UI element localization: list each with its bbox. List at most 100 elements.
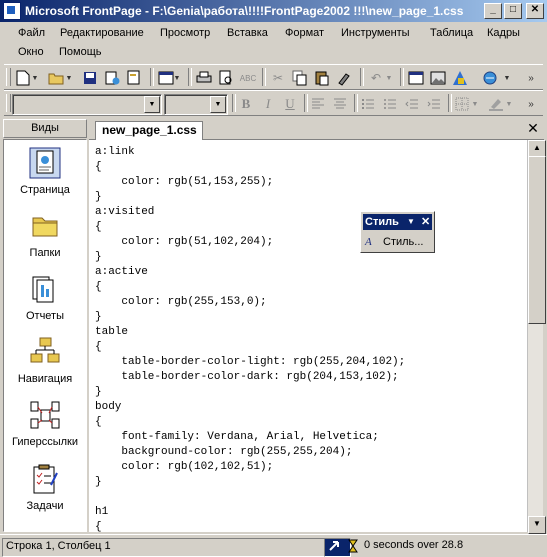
chevron-down-icon[interactable]: ▼ [407,214,415,230]
frontpage-app-icon[interactable] [3,2,21,20]
code-line[interactable]: a:active [95,265,148,280]
code-line[interactable]: } [95,310,102,325]
code-line[interactable]: color: rgb(102,102,51); [95,460,273,475]
copy-icon[interactable] [290,68,310,88]
numbered-list-icon[interactable] [358,94,378,114]
new-dropdown-icon[interactable]: ▼ [30,68,40,88]
drawing-icon[interactable] [450,68,470,88]
highlight-dropdown-icon[interactable]: ▼ [504,94,514,114]
code-line[interactable]: a:visited [95,205,154,220]
code-line[interactable]: table-border-color-light: rgb(255,204,10… [95,355,405,370]
code-line[interactable]: font-family: Verdana, Arial, Helvetica; [95,430,378,445]
picture-icon[interactable] [428,68,448,88]
increase-indent-icon[interactable] [424,94,444,114]
view-hyperlinks[interactable]: Гиперссылки [4,396,86,458]
close-icon[interactable]: ✕ [421,214,430,230]
code-line[interactable]: { [95,220,102,235]
bold-button[interactable]: B [236,94,256,114]
code-line[interactable]: { [95,415,102,430]
menu-insert[interactable]: Вставка [225,25,270,41]
tab-new-page-css[interactable]: new_page_1.css [95,121,203,140]
open-icon[interactable] [46,68,66,88]
formatting-toolbar: ▼ ▼ B I U ▼ ▼ » [4,90,543,116]
table-icon[interactable] [406,68,426,88]
paste-icon[interactable] [312,68,332,88]
decrease-indent-icon[interactable] [402,94,422,114]
hyperlink-icon[interactable] [480,68,500,88]
print-icon[interactable] [194,68,214,88]
align-center-icon[interactable] [330,94,350,114]
underline-button[interactable]: U [280,94,300,114]
toolbar-grip[interactable] [6,68,11,86]
menu-edit[interactable]: Редактирование [58,25,146,41]
font-select[interactable]: ▼ [164,94,228,115]
menu-help[interactable]: Помощь [57,44,104,60]
style-select[interactable]: ▼ [12,94,162,115]
code-line[interactable]: { [95,520,102,532]
format-painter-icon[interactable] [334,68,354,88]
standard-toolbar: ▼ ▼ ▼ ABC ✂ ↶ ▼ ▼ » [4,64,543,90]
hyperlink-dropdown-icon[interactable]: ▼ [502,68,512,88]
minimize-button[interactable]: _ [484,3,502,19]
code-line[interactable]: color: rgb(51,153,255); [95,175,273,190]
spelling-icon[interactable]: ABC [238,68,258,88]
toolbar-grip[interactable] [6,94,11,112]
toolbar-overflow-icon[interactable]: » [524,68,538,88]
view-tasks[interactable]: Задачи [4,460,86,522]
code-line[interactable]: background-color: rgb(255,255,204); [95,445,352,460]
code-line[interactable]: table-border-color-dark: rgb(204,153,102… [95,370,398,385]
borders-icon[interactable] [452,94,472,114]
menu-file[interactable]: Файл [16,25,47,41]
save-icon[interactable] [80,68,100,88]
folder-list-icon[interactable] [124,68,144,88]
menu-view[interactable]: Просмотр [158,25,212,41]
view-reports[interactable]: Отчеты [4,270,86,332]
italic-button[interactable]: I [258,94,278,114]
title-bar[interactable]: Microsoft FrontPage - F:\Genia\работа\!!… [0,0,547,22]
menu-format[interactable]: Формат [283,25,326,41]
code-line[interactable]: } [95,250,102,265]
code-line[interactable]: h1 [95,505,108,520]
code-line[interactable]: color: rgb(255,153,0); [95,295,266,310]
code-line[interactable]: body [95,400,121,415]
menu-tools[interactable]: Инструменты [339,25,412,41]
code-line[interactable]: } [95,385,102,400]
vertical-scrollbar[interactable]: ▲ ▼ [527,140,546,534]
undo-icon[interactable]: ↶ [366,68,386,88]
menu-window[interactable]: Окно [16,44,46,60]
highlight-icon[interactable] [486,94,506,114]
code-line[interactable]: { [95,160,102,175]
code-line[interactable]: } [95,190,102,205]
view-navigation[interactable]: Навигация [4,333,86,395]
views-dropdown-icon[interactable]: ▼ [172,68,182,88]
code-line[interactable]: color: rgb(51,102,204); [95,235,273,250]
menu-table[interactable]: Таблица [428,25,475,41]
publish-icon[interactable] [102,68,122,88]
maximize-button[interactable]: □ [504,3,522,19]
print-preview-icon[interactable] [216,68,236,88]
scroll-thumb[interactable] [528,156,546,324]
open-dropdown-icon[interactable]: ▼ [64,68,74,88]
style-button[interactable]: A Стиль... [363,233,432,251]
scroll-down-icon[interactable]: ▼ [528,516,546,534]
close-document-icon[interactable]: ✕ [526,121,540,135]
css-editor[interactable]: a:link{ color: rgb(51,153,255);} a:visite… [89,140,527,532]
close-button[interactable]: ✕ [526,3,544,19]
view-folders[interactable]: Папки [4,207,86,269]
chevron-down-icon[interactable]: ▼ [210,96,226,113]
chevron-down-icon[interactable]: ▼ [144,96,160,113]
code-line[interactable]: } [95,475,102,490]
borders-dropdown-icon[interactable]: ▼ [470,94,480,114]
menu-frames[interactable]: Кадры [485,25,522,41]
code-line[interactable]: a:link [95,145,135,160]
code-line[interactable]: { [95,340,102,355]
align-left-icon[interactable] [308,94,328,114]
code-line[interactable]: table [95,325,128,340]
bulleted-list-icon[interactable] [380,94,400,114]
undo-dropdown-icon[interactable]: ▼ [384,68,394,88]
view-page[interactable]: Страница [4,144,86,206]
code-line[interactable]: { [95,280,102,295]
style-toolbar-header[interactable]: Стиль ▼ ✕ [363,214,432,230]
cut-icon[interactable]: ✂ [268,68,288,88]
toolbar-overflow-icon[interactable]: » [524,94,538,114]
